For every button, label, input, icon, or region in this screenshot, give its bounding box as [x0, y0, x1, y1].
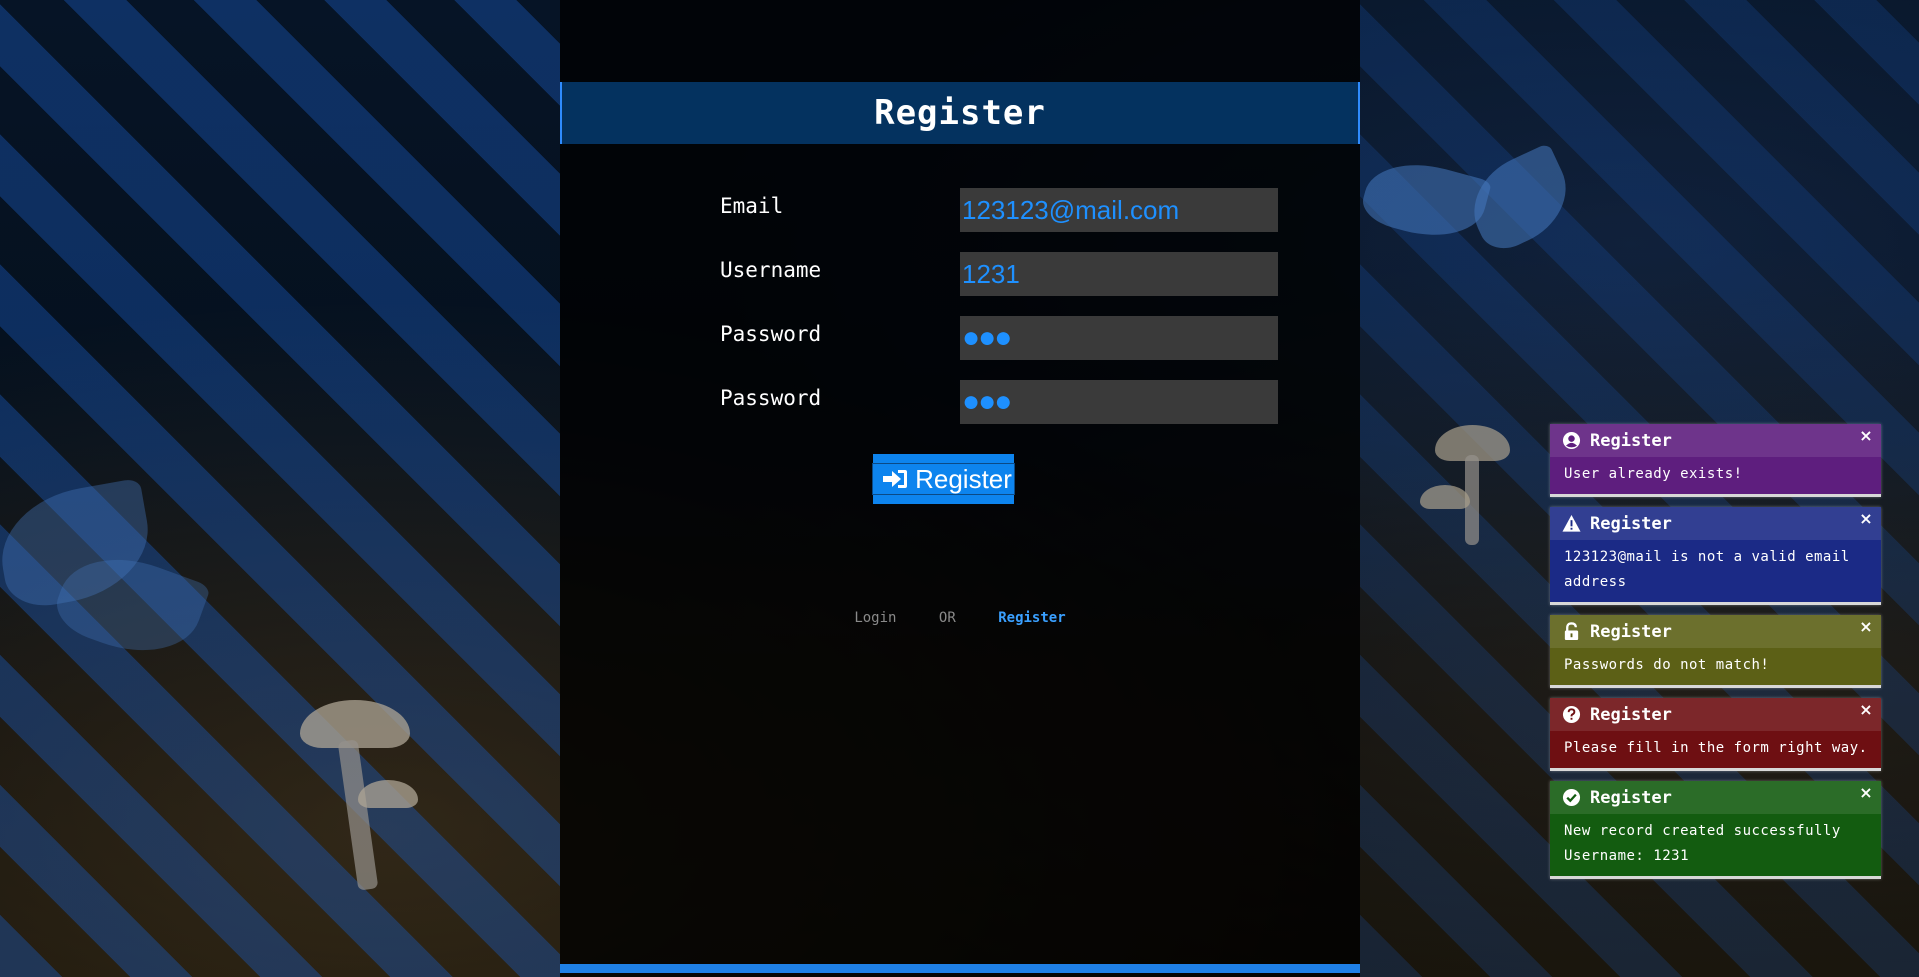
- toast-record-created: Register New record created successfully…: [1550, 781, 1881, 879]
- toast-invalid-email: Register 123123@mail is not a valid emai…: [1550, 507, 1881, 605]
- close-icon[interactable]: ×: [1857, 701, 1875, 719]
- close-icon[interactable]: ×: [1857, 618, 1875, 636]
- toast-header: Register: [1550, 507, 1881, 540]
- toast-fill-form: Register Please fill in the form right w…: [1550, 698, 1881, 771]
- register-panel: Register Email Username Password Passwor…: [560, 0, 1360, 977]
- password-field[interactable]: [960, 316, 1278, 360]
- toast-title: Register: [1590, 704, 1672, 725]
- page-title: Register: [874, 93, 1046, 133]
- username-field[interactable]: [960, 252, 1278, 296]
- password-label: Password: [720, 322, 822, 346]
- email-label: Email: [720, 194, 784, 218]
- warning-icon: [1562, 514, 1581, 532]
- toast-message: 123123@mail is not a valid email address: [1564, 549, 1850, 590]
- user-circle-icon: [1562, 431, 1581, 450]
- confirm-password-row: Password: [720, 380, 1280, 424]
- username-row: Username: [720, 252, 1280, 296]
- password-row: Password: [720, 316, 1280, 360]
- toast-header: Register: [1550, 698, 1881, 731]
- toast-message: User already exists!: [1564, 466, 1743, 482]
- toast-title: Register: [1590, 430, 1672, 451]
- unlock-icon: [1564, 622, 1579, 641]
- email-field[interactable]: [960, 188, 1278, 232]
- or-separator: OR: [938, 610, 956, 626]
- toast-header: Register: [1550, 424, 1881, 457]
- email-row: Email: [720, 188, 1280, 232]
- auth-switch-links: Login OR Register: [560, 610, 1360, 626]
- sign-in-icon: [883, 470, 908, 488]
- confirm-password-field[interactable]: [960, 380, 1278, 424]
- mushroom-illustration-right: [1420, 425, 1540, 555]
- panel-header: Register: [560, 82, 1360, 144]
- toast-header: Register: [1550, 615, 1881, 648]
- confirm-password-label: Password: [720, 386, 822, 410]
- panel-bottom-bar: [560, 964, 1360, 973]
- toast-message: Passwords do not match!: [1564, 657, 1770, 673]
- register-button-label: Register: [915, 464, 1012, 494]
- toast-message: Please fill in the form right way.: [1564, 740, 1868, 756]
- toast-title: Register: [1590, 621, 1672, 642]
- register-link[interactable]: Register: [998, 610, 1065, 626]
- toast-title: Register: [1590, 787, 1672, 808]
- notification-stack: Register User already exists! × Register…: [1550, 424, 1881, 889]
- close-icon[interactable]: ×: [1857, 510, 1875, 528]
- toast-message: New record created successfully Username…: [1564, 823, 1841, 864]
- toast-user-exists: Register User already exists! ×: [1550, 424, 1881, 497]
- login-link[interactable]: Login: [854, 610, 896, 626]
- close-icon[interactable]: ×: [1857, 427, 1875, 445]
- toast-title: Register: [1590, 513, 1672, 534]
- mushroom-illustration-left: [300, 700, 420, 920]
- toast-header: Register: [1550, 781, 1881, 814]
- username-label: Username: [720, 258, 822, 282]
- page-background: Register Email Username Password Passwor…: [0, 0, 1919, 977]
- question-circle-icon: [1562, 705, 1581, 724]
- check-circle-icon: [1562, 788, 1581, 807]
- register-button[interactable]: Register: [872, 454, 1015, 504]
- register-button-content: Register: [872, 463, 1015, 495]
- close-icon[interactable]: ×: [1857, 784, 1875, 802]
- toast-password-mismatch: Register Passwords do not match! ×: [1550, 615, 1881, 688]
